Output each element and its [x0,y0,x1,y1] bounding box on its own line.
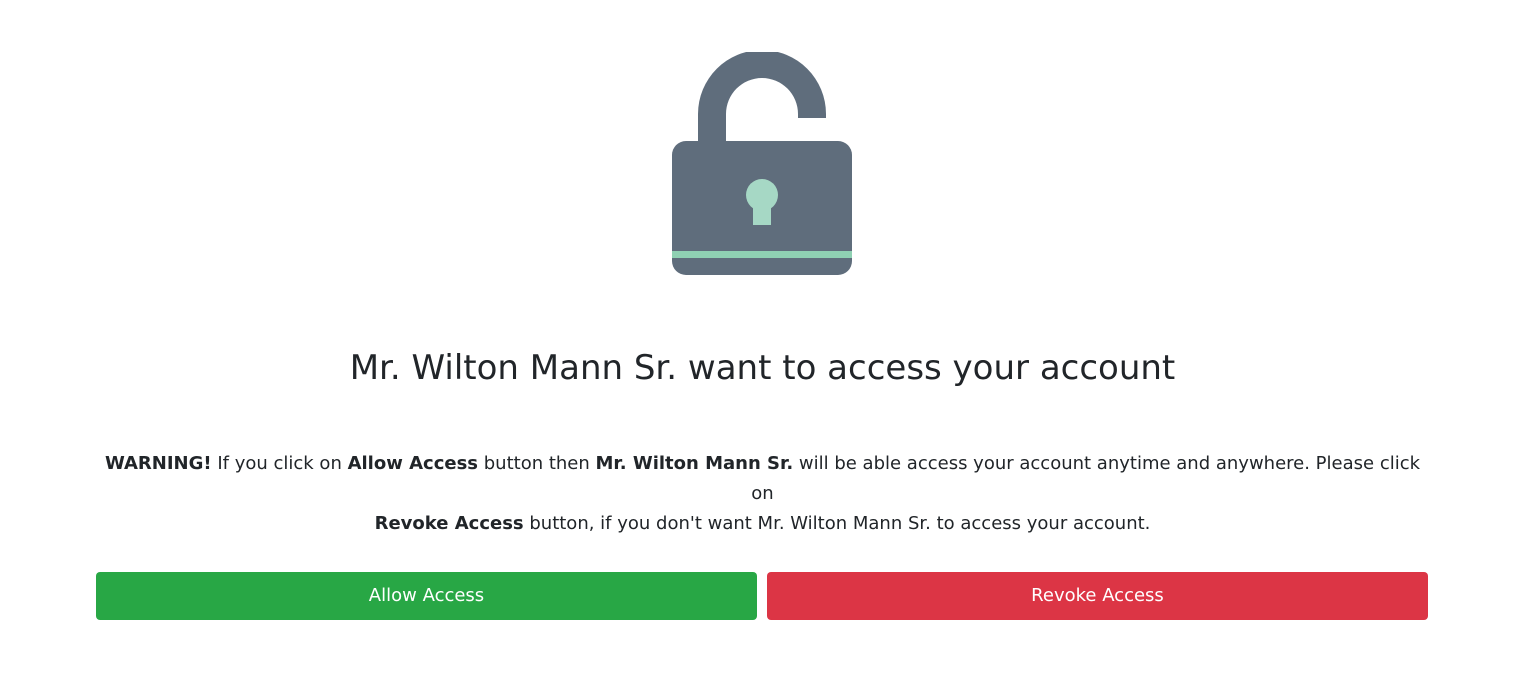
page-title: Mr. Wilton Mann Sr. want to access your … [349,348,1176,388]
allow-access-reference: Allow Access [347,453,479,474]
warning-text: button then [478,453,596,474]
warning-label: WARNING! [104,453,212,474]
padlock-shackle [698,52,826,144]
warning-text: will be able access your account anytime… [751,453,1421,504]
unlocked-padlock-icon [672,52,852,276]
warning-text: If you click on [211,453,348,474]
padlock-stripe [672,251,852,258]
revoke-access-button[interactable]: Revoke Access [767,572,1428,620]
warning-message: WARNING! If you click on Allow Access bu… [100,449,1425,539]
requester-name: Mr. Wilton Mann Sr. [595,453,794,474]
allow-access-button[interactable]: Allow Access [96,572,757,620]
warning-text: button, if you don't want Mr. Wilton Man… [523,513,1151,534]
revoke-access-reference: Revoke Access [374,513,524,534]
